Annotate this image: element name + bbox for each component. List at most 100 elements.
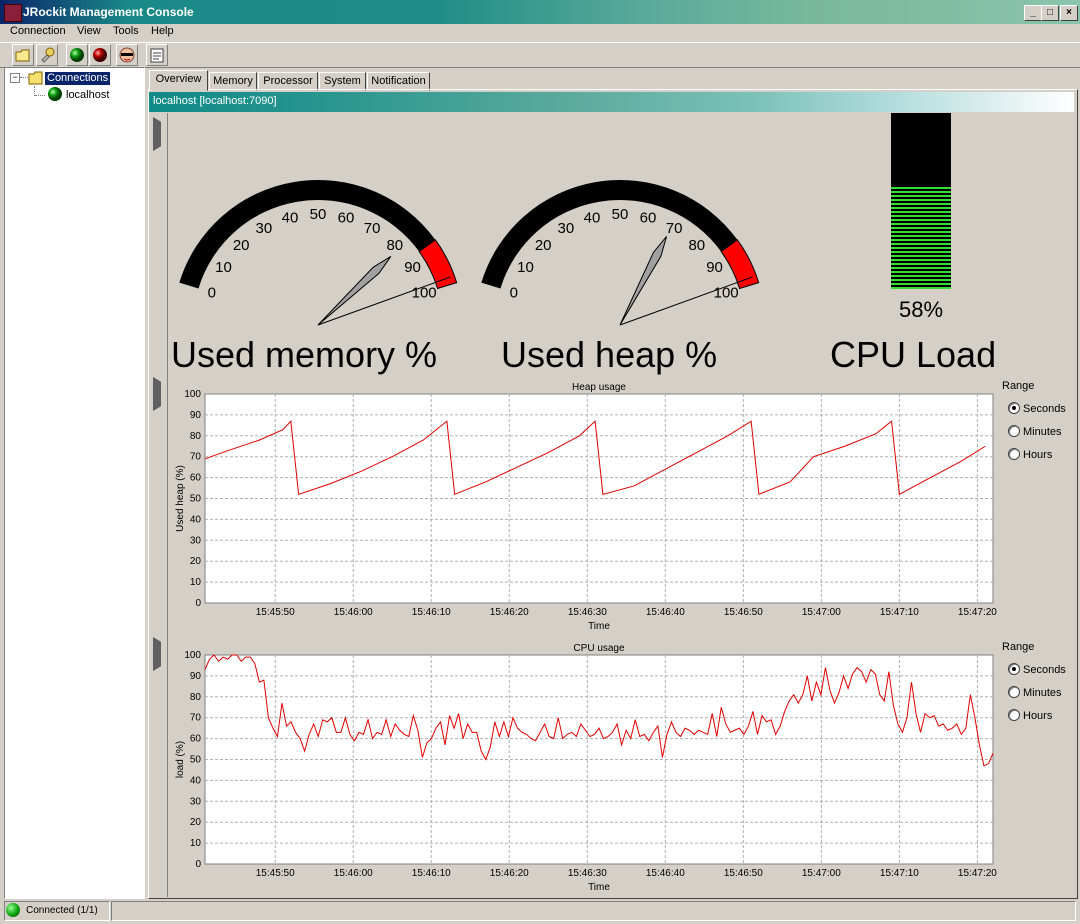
- heap-range-seconds-radio[interactable]: [1008, 402, 1020, 414]
- x-tick-label: 15:46:00: [334, 868, 373, 879]
- gauge-tick-label: 30: [558, 220, 575, 237]
- menu-view[interactable]: View: [77, 25, 101, 37]
- x-tick-label: 15:46:20: [490, 607, 529, 618]
- x-tick-label: 15:47:00: [802, 607, 841, 618]
- x-tick-label: 15:46:10: [412, 607, 451, 618]
- y-tick-label: 30: [190, 796, 202, 807]
- agent-button[interactable]: [116, 44, 138, 66]
- connection-tree[interactable]: [4, 67, 145, 899]
- cpu-range-minutes-radio[interactable]: [1008, 686, 1020, 698]
- x-tick-label: 15:46:40: [646, 868, 685, 879]
- x-tick-label: 15:46:10: [412, 868, 451, 879]
- heap-range-minutes-radio[interactable]: [1008, 425, 1020, 437]
- heap-range-seconds-label[interactable]: Seconds: [1023, 403, 1066, 415]
- tree-node-localhost[interactable]: localhost: [66, 89, 109, 101]
- cpu-load-label: CPU Load: [830, 334, 997, 375]
- x-tick-label: 15:46:20: [490, 868, 529, 879]
- split-divider[interactable]: [149, 633, 168, 897]
- tab-overview[interactable]: Overview: [149, 70, 208, 91]
- menu-tools[interactable]: Tools: [113, 25, 139, 37]
- cpu-range-seconds-label[interactable]: Seconds: [1023, 664, 1066, 676]
- x-tick-label: 15:47:00: [802, 868, 841, 879]
- used-heap-label: Used heap %: [501, 334, 718, 375]
- cpu-range-hours-radio[interactable]: [1008, 709, 1020, 721]
- heap-range-minutes-label[interactable]: Minutes: [1023, 426, 1062, 438]
- y-tick-label: 10: [190, 838, 202, 849]
- stop-button[interactable]: [89, 44, 111, 66]
- x-tick-label: 15:45:50: [256, 868, 295, 879]
- x-tick-label: 15:46:50: [724, 607, 763, 618]
- y-tick-label: 60: [190, 734, 202, 745]
- divider-grip-icon[interactable]: [153, 117, 161, 151]
- start-green-icon: [70, 48, 84, 62]
- cpu-range-title: Range: [1002, 641, 1035, 653]
- connect-button[interactable]: [36, 44, 58, 66]
- y-axis-label: load (%): [175, 741, 186, 778]
- y-tick-label: 70: [190, 452, 202, 463]
- y-tick-label: 50: [190, 494, 202, 505]
- split-divider[interactable]: [149, 113, 168, 373]
- cpu-range-minutes-label[interactable]: Minutes: [1023, 687, 1062, 699]
- cpu-load-value: 58%: [898, 297, 944, 322]
- gauge-needle: [317, 256, 392, 326]
- x-axis-label: Time: [588, 621, 610, 632]
- used-heap-gauge: 0 1020 30 40 50 60 70 8090 100: [481, 180, 760, 326]
- properties-icon: [150, 48, 164, 63]
- connected-icon: [48, 87, 62, 101]
- y-tick-label: 20: [190, 817, 202, 828]
- divider-grip-icon[interactable]: [153, 637, 161, 671]
- gauge-tick-label: 0: [510, 285, 518, 302]
- close-button[interactable]: ×: [1060, 5, 1078, 21]
- properties-button[interactable]: [146, 44, 168, 66]
- split-divider[interactable]: [149, 373, 168, 633]
- used-memory-gauge: 0 1020 30 40 50 60 70 8090 100: [179, 180, 458, 326]
- gauge-tick-label: 30: [256, 220, 273, 237]
- maximize-button[interactable]: □: [1041, 5, 1059, 21]
- gauge-tick-label: 90: [404, 259, 421, 276]
- gauge-tick-label: 0: [208, 285, 216, 302]
- chart-plot-area: [204, 393, 994, 604]
- x-tick-label: 15:46:00: [334, 607, 373, 618]
- x-tick-label: 15:47:20: [958, 868, 997, 879]
- gauge-tick-label: 100: [714, 285, 739, 302]
- gauge-tick-label: 60: [338, 210, 355, 227]
- y-tick-label: 50: [190, 755, 202, 766]
- start-button[interactable]: [66, 44, 88, 66]
- gauge-tick-label: 80: [386, 237, 403, 254]
- gauge-tick-label: 80: [688, 237, 705, 254]
- y-tick-label: 40: [190, 775, 202, 786]
- y-tick-label: 10: [190, 577, 202, 588]
- divider-grip-icon[interactable]: [153, 377, 161, 411]
- new-folder-icon: [15, 49, 30, 62]
- gauge-tick-label: 40: [282, 210, 299, 227]
- menu-help[interactable]: Help: [151, 25, 174, 37]
- heap-range-title: Range: [1002, 380, 1035, 392]
- x-tick-label: 15:45:50: [256, 607, 295, 618]
- chart-title: CPU usage: [573, 643, 625, 654]
- cpu-range-hours-label[interactable]: Hours: [1023, 710, 1052, 722]
- tree-connector: [20, 77, 28, 78]
- cpu-load-bar: [891, 113, 951, 289]
- cpu-range-seconds-radio[interactable]: [1008, 663, 1020, 675]
- y-tick-label: 100: [184, 650, 201, 661]
- minimize-button[interactable]: _: [1024, 5, 1042, 21]
- x-tick-label: 15:47:10: [880, 868, 919, 879]
- heap-range-hours-label[interactable]: Hours: [1023, 449, 1052, 461]
- tree-node-connections[interactable]: Connections: [45, 72, 111, 85]
- new-folder-button[interactable]: [12, 44, 34, 66]
- menu-connection[interactable]: Connection: [10, 25, 66, 37]
- gauge-tick-label: 70: [666, 220, 683, 237]
- gauge-tick-label: 20: [233, 237, 250, 254]
- x-tick-label: 15:46:50: [724, 868, 763, 879]
- y-tick-label: 60: [190, 473, 202, 484]
- cpu-load-fill: [891, 186, 951, 289]
- x-tick-label: 15:47:10: [880, 607, 919, 618]
- window-title: JRockit Management Console: [23, 5, 194, 19]
- tree-collapse-toggle[interactable]: −: [10, 73, 20, 83]
- heap-range-hours-radio[interactable]: [1008, 448, 1020, 460]
- app-icon: [4, 4, 22, 22]
- x-tick-label: 15:46:30: [568, 868, 607, 879]
- used-memory-label: Used memory %: [171, 334, 438, 375]
- y-tick-label: 80: [190, 692, 202, 703]
- heap-usage-chart: Heap usage 0 10 20 30 40 50 60 70 80 90 100 15:45:50…: [175, 382, 997, 632]
